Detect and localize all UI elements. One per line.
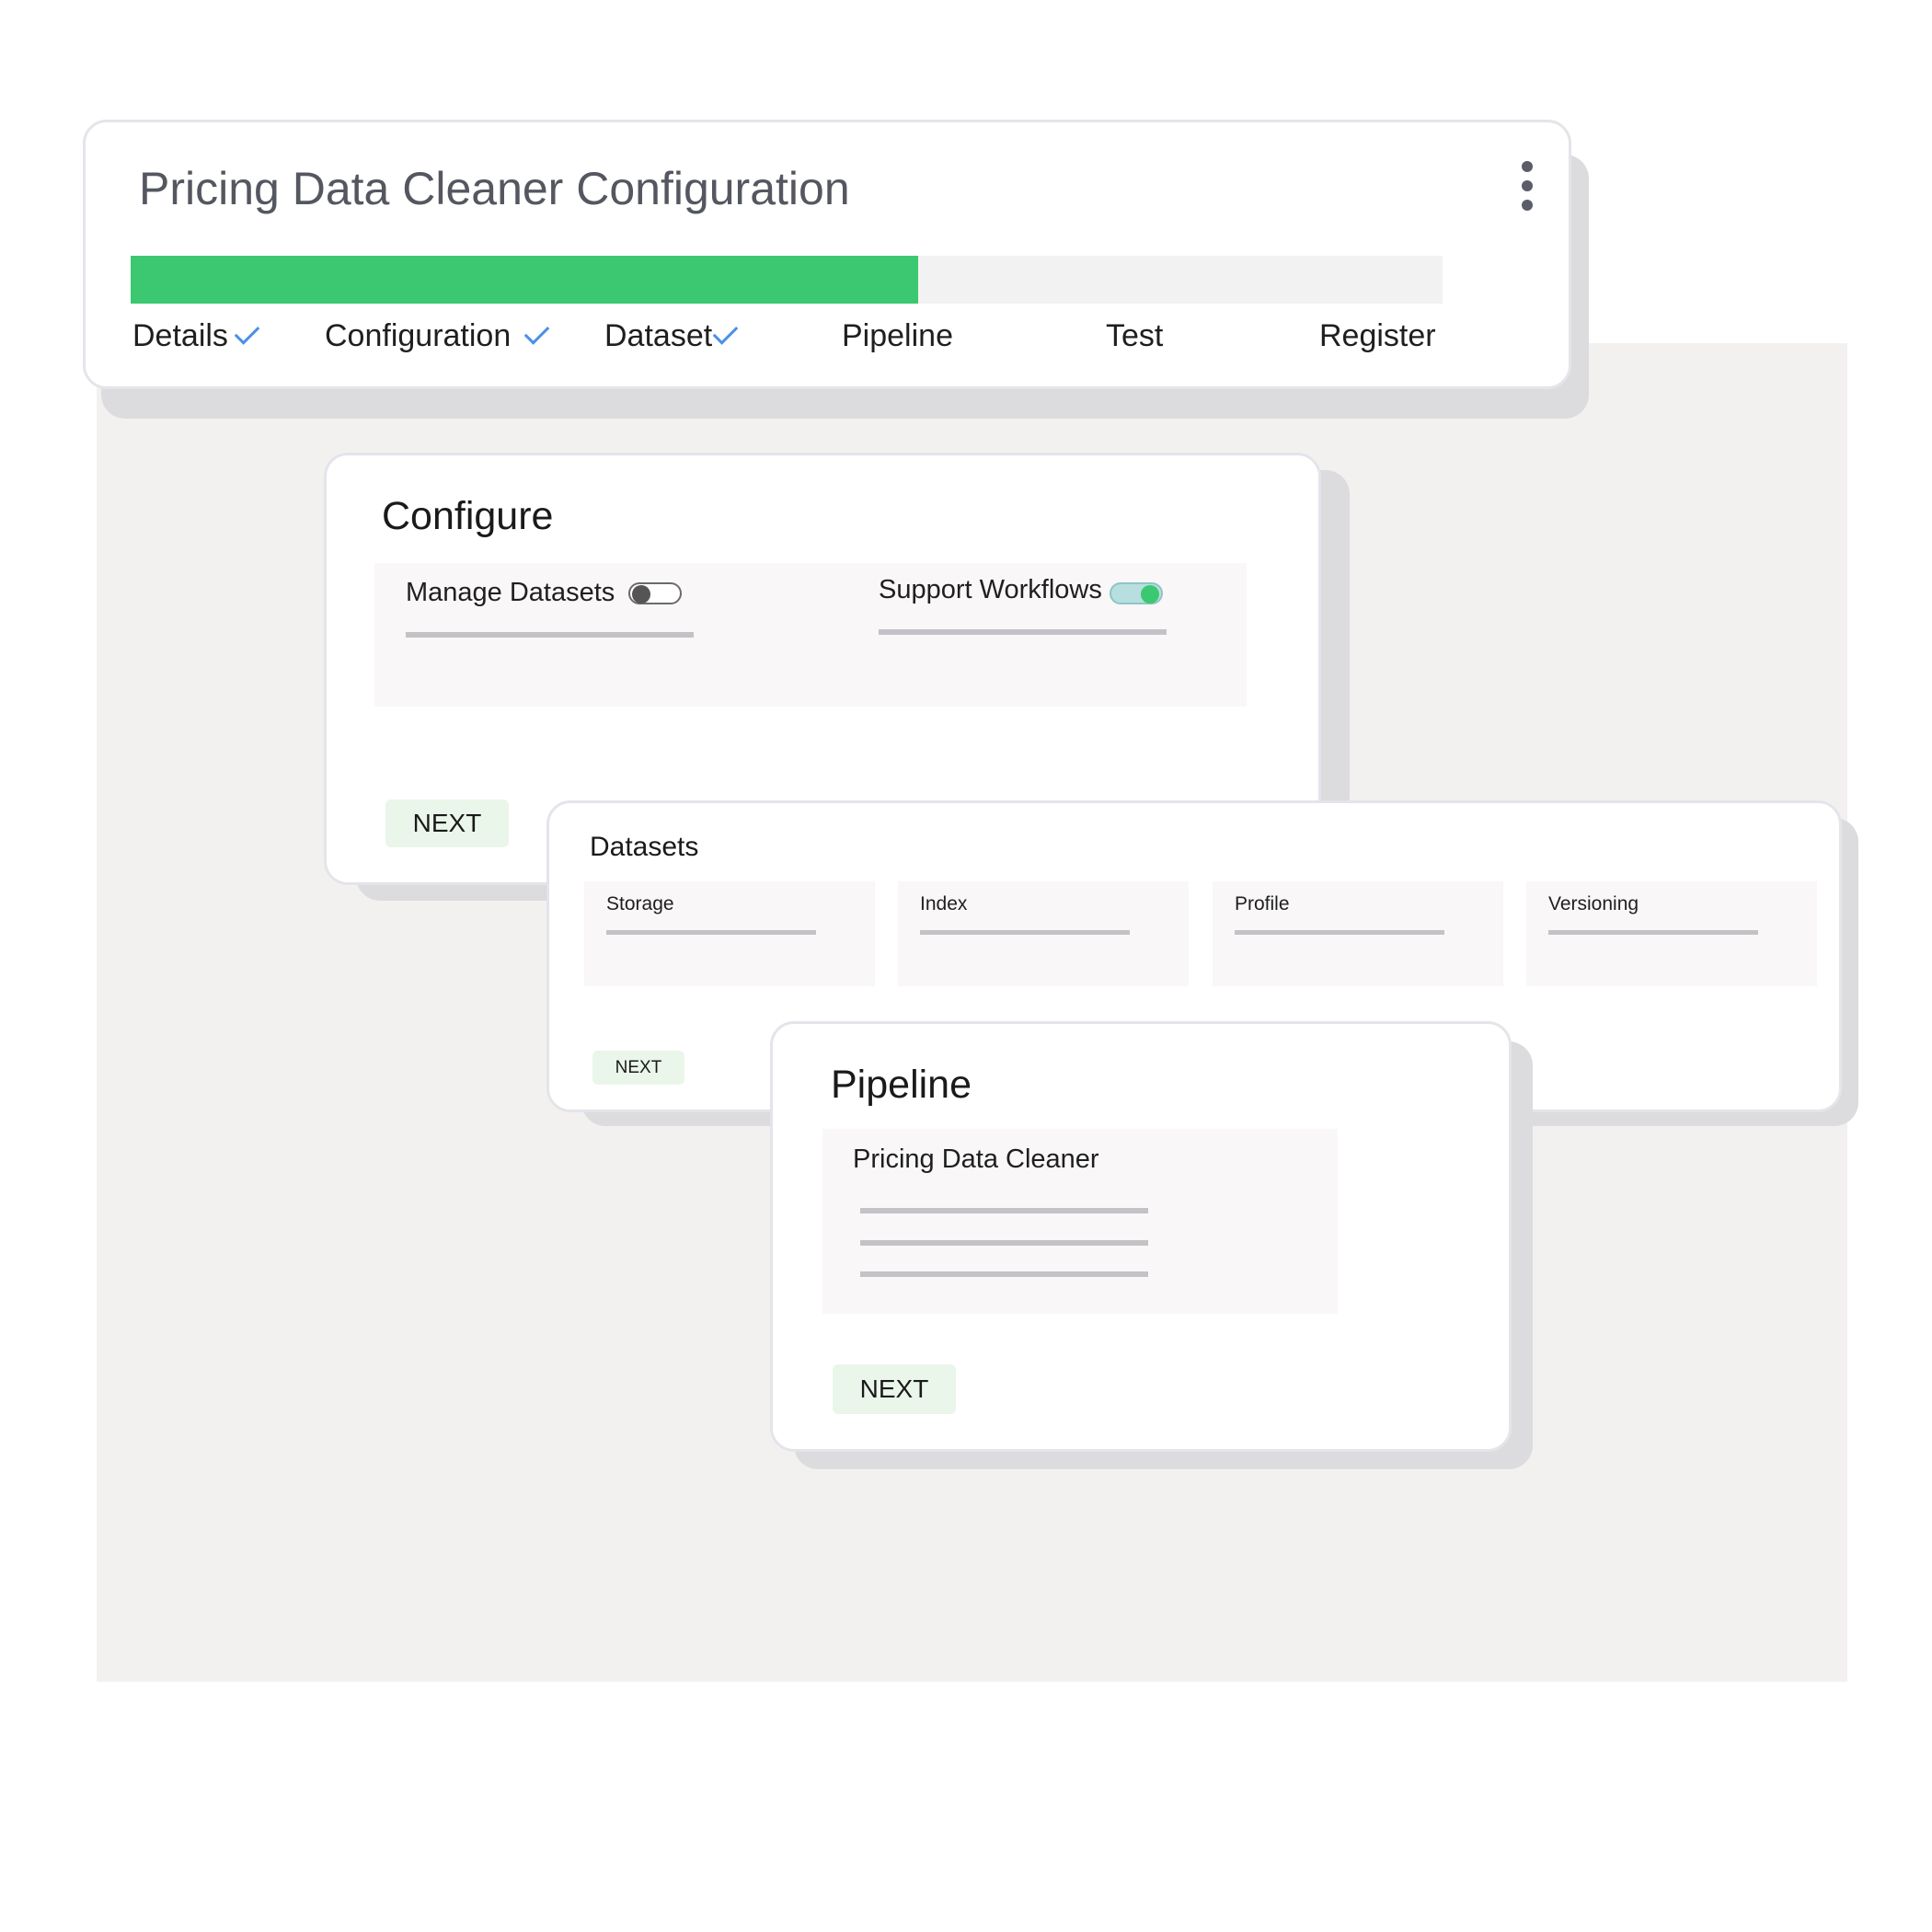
placeholder-line bbox=[606, 930, 816, 935]
page-title: Pricing Data Cleaner Configuration bbox=[139, 163, 850, 214]
dataset-item-versioning[interactable]: Versioning bbox=[1526, 881, 1817, 986]
configure-title: Configure bbox=[382, 494, 554, 538]
more-options-icon[interactable] bbox=[1521, 161, 1534, 211]
pipeline-item-panel[interactable]: Pricing Data Cleaner bbox=[822, 1129, 1338, 1314]
step-configuration[interactable]: Configuration bbox=[325, 318, 550, 354]
checkmark-icon bbox=[234, 319, 260, 345]
dataset-item-label: Storage bbox=[606, 893, 674, 914]
step-register[interactable]: Register bbox=[1319, 318, 1436, 354]
placeholder-line bbox=[920, 930, 1130, 935]
step-details[interactable]: Details bbox=[132, 318, 260, 354]
dataset-item-label: Versioning bbox=[1548, 893, 1639, 914]
step-label: Details bbox=[132, 318, 228, 353]
dataset-item-index[interactable]: Index bbox=[898, 881, 1189, 986]
configure-options-panel: Manage Datasets Support Workflows bbox=[374, 563, 1247, 707]
pipeline-item-label: Pricing Data Cleaner bbox=[853, 1144, 1099, 1174]
dataset-item-label: Profile bbox=[1235, 893, 1290, 914]
pipeline-next-button[interactable]: NEXT bbox=[833, 1364, 956, 1414]
step-label: Test bbox=[1106, 318, 1164, 353]
checkmark-icon bbox=[712, 319, 739, 345]
placeholder-line bbox=[860, 1271, 1148, 1277]
placeholder-line bbox=[406, 632, 694, 638]
step-label: Register bbox=[1319, 318, 1436, 353]
progress-bar bbox=[131, 256, 1443, 304]
step-dataset[interactable]: Dataset bbox=[604, 318, 739, 354]
datasets-next-button[interactable]: NEXT bbox=[592, 1051, 684, 1085]
placeholder-line bbox=[1235, 930, 1444, 935]
placeholder-line bbox=[860, 1240, 1148, 1246]
toggle-knob bbox=[632, 585, 650, 604]
dataset-item-profile[interactable]: Profile bbox=[1213, 881, 1503, 986]
progress-bar-fill bbox=[131, 256, 918, 304]
step-pipeline[interactable]: Pipeline bbox=[842, 318, 953, 354]
toggle-knob bbox=[1141, 585, 1159, 604]
datasets-title: Datasets bbox=[590, 832, 699, 862]
support-workflows-label: Support Workflows bbox=[879, 575, 1102, 604]
manage-datasets-toggle[interactable] bbox=[628, 582, 682, 604]
pipeline-card: Pipeline Pricing Data Cleaner NEXT bbox=[770, 1021, 1512, 1452]
support-workflows-toggle[interactable] bbox=[1110, 582, 1163, 604]
step-label: Pipeline bbox=[842, 318, 953, 353]
checkmark-icon bbox=[523, 319, 550, 345]
placeholder-line bbox=[879, 629, 1167, 635]
step-label: Configuration bbox=[325, 318, 512, 353]
dataset-item-storage[interactable]: Storage bbox=[584, 881, 875, 986]
pipeline-title: Pipeline bbox=[831, 1063, 972, 1107]
placeholder-line bbox=[1548, 930, 1758, 935]
step-test[interactable]: Test bbox=[1106, 318, 1163, 354]
manage-datasets-label: Manage Datasets bbox=[406, 578, 615, 607]
configure-next-button[interactable]: NEXT bbox=[385, 799, 509, 847]
placeholder-line bbox=[860, 1208, 1148, 1213]
step-label: Dataset bbox=[604, 318, 713, 353]
dataset-item-label: Index bbox=[920, 893, 968, 914]
wizard-header-card: Pricing Data Cleaner Configuration Detai… bbox=[83, 120, 1571, 389]
